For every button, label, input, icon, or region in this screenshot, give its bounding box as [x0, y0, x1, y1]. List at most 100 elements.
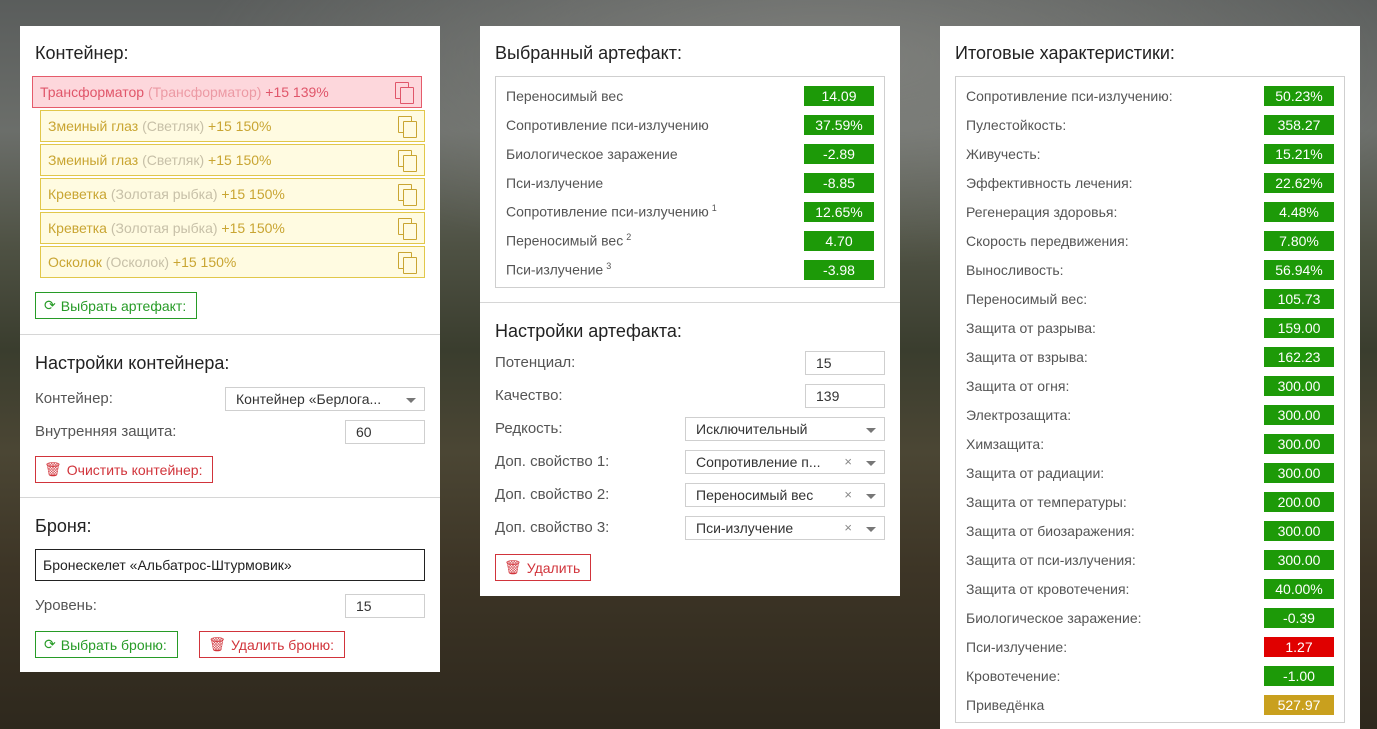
extra3-select[interactable]: Пси-излучение × [685, 515, 885, 540]
stat-value: 14.09 [804, 85, 874, 106]
rarity-select[interactable]: Исключительный [685, 416, 885, 441]
artifact-settings-title: Настройки артефакта: [495, 321, 682, 341]
total-stat-row: Защита от кровотечения: 40.00% [966, 574, 1334, 603]
stat-value: 37.59% [804, 114, 874, 135]
close-icon[interactable]: × [844, 454, 852, 469]
artifact-name: Змеиный глаз [48, 118, 139, 134]
close-icon[interactable]: × [844, 487, 852, 502]
copy-icon[interactable] [398, 184, 417, 206]
inner-protection-input[interactable] [345, 419, 425, 444]
total-stat-row: Защита от радиации: 300.00 [966, 458, 1334, 487]
copy-icon[interactable] [398, 252, 417, 274]
armor-section: Броня: Бронескелет «Альбатрос-Штурмовик»… [20, 498, 440, 672]
clear-container-button[interactable]: 🗑 Очистить контейнер: [35, 456, 214, 483]
total-stat-row: Биологическое заражение: -0.39 [966, 603, 1334, 632]
total-stat-row: Выносливость: 56.94% [966, 255, 1334, 284]
total-stat-label: Живучесть: [966, 145, 1041, 162]
extra1-select[interactable]: Сопротивление п... × [685, 449, 885, 474]
total-stat-label: Переносимый вес: [966, 290, 1088, 307]
total-stat-value: 22.62% [1264, 172, 1334, 193]
artifact-item[interactable]: Креветка (Золотая рыбка) +15 150% [40, 178, 425, 210]
stat-row: Сопротивление пси-излучению 1 12.65% [506, 197, 874, 226]
armor-title: Броня: [35, 516, 92, 536]
copy-icon[interactable] [398, 116, 417, 138]
trash-icon: 🗑 [504, 559, 522, 575]
total-stat-label: Приведёнка [966, 696, 1045, 713]
totals-section: Итоговые характеристики: Сопротивление п… [940, 26, 1360, 729]
container-settings-title: Настройки контейнера: [35, 353, 230, 373]
choose-artifact-label: Выбрать артефакт: [60, 297, 187, 314]
artifact-item[interactable]: Креветка (Золотая рыбка) +15 150% [40, 212, 425, 244]
armor-level-input[interactable] [345, 593, 425, 618]
quality-input[interactable] [805, 383, 885, 408]
artifact-item[interactable]: Трансформатор (Трансформатор) +15 139% [32, 76, 422, 108]
stat-row: Переносимый вес 2 4.70 [506, 226, 874, 255]
artifact-original-name: (Трансформатор) [147, 84, 262, 100]
total-stat-row: Эффективность лечения: 22.62% [966, 168, 1334, 197]
copy-icon[interactable] [395, 82, 414, 104]
close-icon[interactable]: × [844, 520, 852, 535]
artifact-name: Креветка [48, 186, 107, 202]
container-select[interactable]: Контейнер «Берлога... [225, 386, 425, 411]
stat-row: Пси-излучение 3 -3.98 [506, 255, 874, 284]
total-stat-row: Кровотечение: -1.00 [966, 661, 1334, 690]
artifact-original-name: (Осколок) [105, 254, 169, 270]
extra2-select[interactable]: Переносимый вес × [685, 482, 885, 507]
copy-icon[interactable] [398, 150, 417, 172]
stat-label: Пси-излучение [506, 174, 604, 191]
total-stat-value: 105.73 [1264, 288, 1334, 309]
total-stat-value: 162.23 [1264, 346, 1334, 367]
choose-armor-button[interactable]: ⟳ Выбрать броню: [35, 631, 178, 658]
artifact-original-name: (Светляк) [142, 152, 205, 168]
potential-label: Потенциал: [495, 354, 576, 371]
delete-armor-button[interactable]: 🗑 Удалить броню: [199, 631, 346, 658]
total-stat-label: Защита от кровотечения: [966, 580, 1130, 597]
choose-artifact-button[interactable]: ⟳ Выбрать артефакт: [35, 292, 198, 319]
stat-row: Биологическое заражение -2.89 [506, 139, 874, 168]
total-stat-value: 56.94% [1264, 259, 1334, 280]
stat-superscript: 3 [606, 261, 612, 272]
total-stat-row: Защита от температуры: 200.00 [966, 487, 1334, 516]
total-stat-value: 300.00 [1264, 520, 1334, 541]
delete-artifact-button[interactable]: 🗑 Удалить [495, 554, 592, 581]
inner-protection-label: Внутренняя защита: [35, 423, 177, 440]
stat-label: Биологическое заражение [506, 145, 678, 162]
quality-label: Качество: [495, 387, 563, 404]
total-stat-label: Выносливость: [966, 261, 1064, 278]
total-stat-value: 4.48% [1264, 201, 1334, 222]
trash-icon: 🗑 [208, 636, 226, 652]
artifact-bonus: +15 139% [265, 84, 329, 100]
total-stat-label: Эффективность лечения: [966, 174, 1133, 191]
stat-value: 4.70 [804, 230, 874, 251]
potential-input[interactable] [805, 350, 885, 375]
refresh-icon: ⟳ [44, 297, 56, 313]
artifact-item[interactable]: Змеиный глаз (Светляк) +15 150% [40, 144, 425, 176]
extra2-row: Доп. свойство 2: Переносимый вес × [495, 478, 885, 511]
total-stat-row: Защита от огня: 300.00 [966, 371, 1334, 400]
copy-icon[interactable] [398, 218, 417, 240]
armor-level-row: Уровень: [35, 589, 425, 622]
extra1-row: Доп. свойство 1: Сопротивление п... × [495, 445, 885, 478]
artifact-item[interactable]: Осколок (Осколок) +15 150% [40, 246, 425, 278]
total-stat-label: Пси-излучение: [966, 638, 1068, 655]
total-stat-value: 50.23% [1264, 85, 1334, 106]
armor-level-label: Уровень: [35, 597, 97, 614]
total-stat-row: Сопротивление пси-излучению: 50.23% [966, 81, 1334, 110]
artifact-panel: Выбранный артефакт: Переносимый вес 14.09… [480, 26, 900, 596]
stat-label: Переносимый вес [506, 87, 624, 104]
stat-value: -2.89 [804, 143, 874, 164]
stat-row: Пси-излучение -8.85 [506, 168, 874, 197]
container-row: Контейнер: Контейнер «Берлога... [35, 382, 425, 415]
stat-label: Сопротивление пси-излучению [506, 116, 709, 133]
rarity-label: Редкость: [495, 420, 563, 437]
total-stat-value: 300.00 [1264, 462, 1334, 483]
total-stat-row: Живучесть: 15.21% [966, 139, 1334, 168]
stat-label: Сопротивление пси-излучению [506, 203, 709, 220]
armor-input[interactable]: Бронескелет «Альбатрос-Штурмовик» [35, 549, 425, 581]
artifact-settings-section: Настройки артефакта: Потенциал: Качество… [480, 303, 900, 595]
total-stat-row: Приведёнка 527.97 [966, 690, 1334, 719]
artifact-item[interactable]: Змеиный глаз (Светляк) +15 150% [40, 110, 425, 142]
stat-label-wrap: Сопротивление пси-излучению 1 [506, 203, 717, 220]
artifact-original-name: (Золотая рыбка) [110, 186, 218, 202]
stat-value: -3.98 [804, 259, 874, 280]
